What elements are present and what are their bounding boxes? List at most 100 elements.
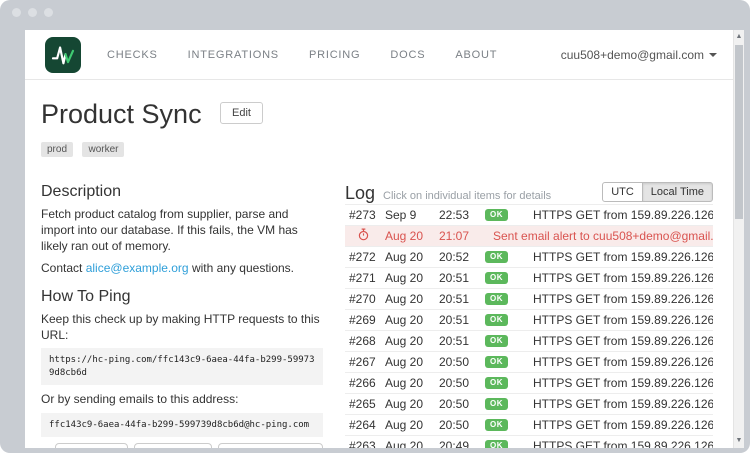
log-row[interactable]: #263 Aug 20 20:49 OK HTTPS GET from 159.… xyxy=(345,436,713,448)
log-entries: #273 Sep 9 22:53 OK HTTPS GET from 159.8… xyxy=(345,204,713,448)
log-entry-date: Aug 20 xyxy=(385,355,439,369)
log-entry-event: HTTPS GET from 159.89.226.126 - my-fancy… xyxy=(533,250,713,264)
log-entry-number: #270 xyxy=(349,292,376,306)
log-row[interactable]: Aug 20 21:07 OK Sent email alert to cuu5… xyxy=(345,226,713,247)
chevron-down-icon xyxy=(709,53,717,57)
ok-badge: OK xyxy=(485,335,508,347)
tag-list: prod worker xyxy=(41,139,713,157)
log-entry-date: Aug 20 xyxy=(385,292,439,306)
usage-examples-button[interactable]: Usage Examples xyxy=(218,443,323,448)
tag-badge: prod xyxy=(41,142,73,157)
scroll-up-arrow-icon[interactable]: ▲ xyxy=(734,31,744,43)
log-row[interactable]: #267 Aug 20 20:50 OK HTTPS GET from 159.… xyxy=(345,352,713,373)
log-entry-number: #264 xyxy=(349,418,376,432)
nav-link-docs[interactable]: DOCS xyxy=(390,49,425,61)
nav-links: CHECKS INTEGRATIONS PRICING DOCS ABOUT xyxy=(107,49,497,61)
account-email: cuu508+demo@gmail.com xyxy=(561,48,704,62)
log-entry-time: 22:53 xyxy=(439,208,485,222)
contact-line: Contact alice@example.org with any quest… xyxy=(41,260,323,276)
local-time-button[interactable]: Local Time xyxy=(642,182,713,202)
browser-frame: CHECKS INTEGRATIONS PRICING DOCS ABOUT c… xyxy=(0,0,750,453)
ok-badge: OK xyxy=(485,251,508,263)
log-entry-time: 20:51 xyxy=(439,334,485,348)
browser-viewport: CHECKS INTEGRATIONS PRICING DOCS ABOUT c… xyxy=(25,30,744,448)
nav-link-pricing[interactable]: PRICING xyxy=(309,49,360,61)
log-column: Log Click on individual items for detail… xyxy=(345,183,713,448)
log-entry-number: #273 xyxy=(349,208,376,222)
description-heading: Description xyxy=(41,183,323,201)
ok-badge: OK xyxy=(485,314,508,326)
log-entry-number: #267 xyxy=(349,355,376,369)
log-entry-event: HTTPS GET from 159.89.226.126 - my-fancy… xyxy=(533,376,713,390)
window-control-dot xyxy=(28,8,37,17)
ok-badge: OK xyxy=(485,377,508,389)
log-entry-number: #268 xyxy=(349,334,376,348)
log-hint: Click on individual items for details xyxy=(383,190,551,202)
log-heading: Log xyxy=(345,183,375,204)
log-entry-number: #272 xyxy=(349,250,376,264)
log-entry-time: 20:51 xyxy=(439,292,485,306)
pulse-icon xyxy=(48,40,78,70)
log-entry-event: HTTPS GET from 159.89.226.126 - my-fancy… xyxy=(533,334,713,348)
page-scrollbar[interactable]: ▲ ▼ xyxy=(733,30,744,448)
log-row[interactable]: #273 Sep 9 22:53 OK HTTPS GET from 159.8… xyxy=(345,205,713,226)
http-instruction: Keep this check up by making HTTP reques… xyxy=(41,311,323,343)
timezone-toggle: UTC Local Time xyxy=(602,182,713,202)
ping-url-code: https://hc-ping.com/ffc143c9-6aea-44fa-b… xyxy=(41,348,323,385)
email-instruction: Or by sending emails to this address: xyxy=(41,391,323,407)
log-row[interactable]: #269 Aug 20 20:51 OK HTTPS GET from 159.… xyxy=(345,310,713,331)
log-entry-event: HTTPS GET from 159.89.226.126 - my-fancy… xyxy=(533,439,713,448)
log-row[interactable]: #264 Aug 20 20:50 OK HTTPS GET from 159.… xyxy=(345,415,713,436)
description-text: Fetch product catalog from supplier, par… xyxy=(41,206,323,255)
log-entry-time: 20:50 xyxy=(439,397,485,411)
log-entry-date: Aug 20 xyxy=(385,418,439,432)
log-entry-event: HTTPS GET from 159.89.226.126 - my-fancy… xyxy=(533,271,713,285)
alert-icon xyxy=(357,228,370,241)
window-control-dot xyxy=(12,8,21,17)
log-entry-date: Aug 20 xyxy=(385,439,439,448)
scroll-down-arrow-icon[interactable]: ▼ xyxy=(734,435,744,447)
window-controls xyxy=(12,8,53,17)
log-entry-date: Sep 9 xyxy=(385,208,439,222)
nav-link-integrations[interactable]: INTEGRATIONS xyxy=(188,49,279,61)
log-row[interactable]: #270 Aug 20 20:51 OK HTTPS GET from 159.… xyxy=(345,289,713,310)
log-row[interactable]: #271 Aug 20 20:51 OK HTTPS GET from 159.… xyxy=(345,268,713,289)
ping-email-code: ffc143c9-6aea-44fa-b299-599739d8cb6d@hc-… xyxy=(41,413,323,438)
log-entry-time: 20:50 xyxy=(439,355,485,369)
ok-badge: OK xyxy=(485,440,508,448)
log-entry-date: Aug 20 xyxy=(385,376,439,390)
log-entry-event: HTTPS GET from 159.89.226.126 - my-fancy… xyxy=(533,292,713,306)
scrollbar-thumb[interactable] xyxy=(735,45,743,219)
contact-email-link[interactable]: alice@example.org xyxy=(86,261,189,275)
log-entry-number: #269 xyxy=(349,313,376,327)
account-menu[interactable]: cuu508+demo@gmail.com xyxy=(561,48,717,62)
log-entry-number: #271 xyxy=(349,271,376,285)
log-row[interactable]: #272 Aug 20 20:52 OK HTTPS GET from 159.… xyxy=(345,247,713,268)
ok-badge: OK xyxy=(485,356,508,368)
copy-url-button[interactable]: Copy URL xyxy=(55,443,128,448)
copy-email-button[interactable]: Copy Email xyxy=(134,443,212,448)
nav-link-about[interactable]: ABOUT xyxy=(455,49,497,61)
ok-badge: OK xyxy=(485,419,508,431)
edit-button[interactable]: Edit xyxy=(220,102,263,124)
log-entry-event: HTTPS GET from 159.89.226.126 - my-fancy… xyxy=(533,208,713,222)
log-entry-date: Aug 20 xyxy=(385,313,439,327)
healthchecks-logo[interactable] xyxy=(45,37,81,73)
page-title: Product Sync xyxy=(41,99,202,129)
log-entry-number: #263 xyxy=(349,439,376,448)
how-to-ping-heading: How To Ping xyxy=(41,288,323,306)
log-entry-time: 20:50 xyxy=(439,418,485,432)
log-row[interactable]: #266 Aug 20 20:50 OK HTTPS GET from 159.… xyxy=(345,373,713,394)
nav-link-checks[interactable]: CHECKS xyxy=(107,49,158,61)
ok-badge: OK xyxy=(485,272,508,284)
log-entry-date: Aug 20 xyxy=(385,229,439,243)
log-entry-date: Aug 20 xyxy=(385,271,439,285)
top-navbar: CHECKS INTEGRATIONS PRICING DOCS ABOUT c… xyxy=(25,30,733,80)
log-entry-event: HTTPS GET from 159.89.226.126 - my-fancy… xyxy=(533,355,713,369)
log-entry-event: HTTPS GET from 159.89.226.126 - my-fancy… xyxy=(533,313,713,327)
log-entry-date: Aug 20 xyxy=(385,397,439,411)
utc-button[interactable]: UTC xyxy=(602,182,643,202)
log-row[interactable]: #265 Aug 20 20:50 OK HTTPS GET from 159.… xyxy=(345,394,713,415)
log-row[interactable]: #268 Aug 20 20:51 OK HTTPS GET from 159.… xyxy=(345,331,713,352)
check-details-column: Description Fetch product catalog from s… xyxy=(41,183,323,448)
